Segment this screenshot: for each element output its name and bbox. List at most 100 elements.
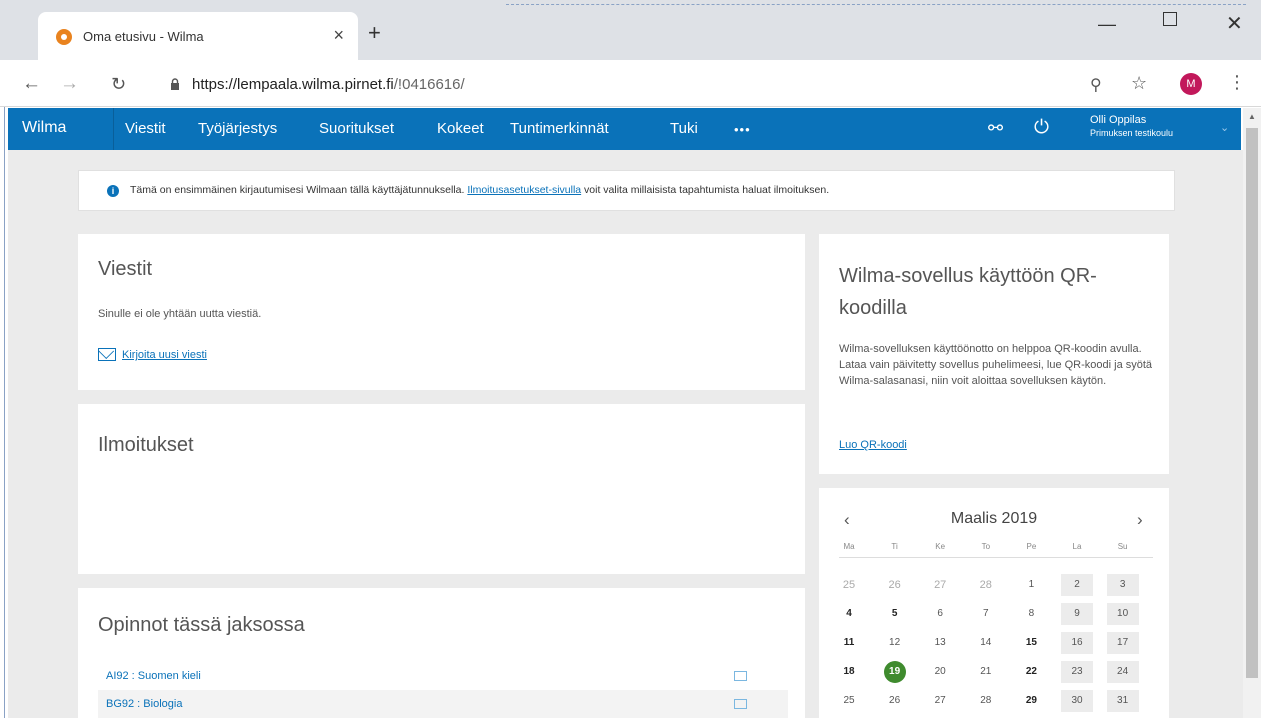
browser-tabstrip: Oma etusivu - Wilma × + — ✕ [0,0,1261,60]
calendar-day[interactable]: 24 [1106,661,1139,683]
logout-power-icon[interactable]: ⏻ [1034,117,1049,139]
browser-toolbar: ← → ↻ https://lempaala.wilma.pirnet.fi/!… [0,60,1261,107]
window-edge [4,0,5,718]
calendar-today[interactable]: 19 [879,661,911,683]
create-qr-link[interactable]: Luo QR-koodi [839,439,907,451]
browser-menu-icon[interactable]: ⋮ [1228,72,1246,93]
calendar-weekday: Ma [843,542,855,551]
studies-title: Opinnot tässä jaksossa [98,614,305,636]
nav-more-icon[interactable]: ••• [734,122,751,137]
nav-item-suoritukset[interactable]: Suoritukset [319,120,394,137]
nav-item-kokeet[interactable]: Kokeet [437,120,484,137]
calendar-day[interactable]: 26 [879,574,911,596]
selection-dashline [506,4,1246,5]
calendar-day[interactable]: 18 [833,661,865,683]
announcements-title: Ilmoitukset [98,434,194,456]
browser-tab[interactable]: Oma etusivu - Wilma × [38,12,358,60]
calendar-weekday: Pe [1026,542,1037,551]
nav-item-tuntimerkinnat[interactable]: Tuntimerkinnät [510,120,609,137]
calendar-day[interactable]: 27 [924,574,956,596]
course-name[interactable]: AI92 : Suomen kieli [106,670,201,682]
envelope-icon [98,348,116,361]
calendar-day[interactable]: 7 [970,603,1002,625]
calendar-day[interactable]: 31 [1106,690,1139,712]
studies-card: Opinnot tässä jaksossa AI92 : Suomen kie… [78,588,805,718]
calendar-day[interactable]: 23 [1061,661,1093,683]
scroll-thumb[interactable] [1246,128,1258,678]
nav-item-tuki[interactable]: Tuki [670,120,698,137]
calendar-day[interactable]: 26 [879,690,911,712]
forward-icon[interactable]: → [60,73,79,95]
switch-role-icon[interactable]: ⚯ [988,118,1003,139]
calendar-day[interactable]: 29 [1015,690,1047,712]
lock-icon [171,78,179,90]
page-content: i Tämä on ensimmäinen kirjautumisesi Wil… [8,150,1243,718]
messages-card: Viestit Sinulle ei ole yhtään uutta vies… [78,234,805,390]
calendar-day[interactable]: 5 [879,603,911,625]
calendar-day[interactable]: 25 [833,574,865,596]
course-message-icon[interactable] [734,671,747,681]
calendar-next-icon[interactable]: › [1137,510,1143,530]
nav-item-tyojarjestys[interactable]: Työjärjestys [198,120,277,137]
announcements-card: Ilmoitukset [78,404,805,574]
qr-description: Wilma-sovelluksen käyttöönotto on helppo… [839,343,1153,387]
maximize-icon[interactable] [1163,12,1177,26]
user-school[interactable]: Primuksen testikoulu [1090,128,1173,138]
calendar-day[interactable]: 20 [924,661,956,683]
calendar-day[interactable]: 17 [1106,632,1139,654]
course-message-icon[interactable] [734,699,747,709]
calendar-day[interactable]: 3 [1106,574,1139,596]
calendar-day[interactable]: 14 [970,632,1002,654]
user-name[interactable]: Olli Oppilas [1090,114,1146,126]
wilma-brand[interactable]: Wilma [22,119,66,137]
calendar-day[interactable]: 12 [879,632,911,654]
calendar-day[interactable]: 13 [924,632,956,654]
calendar-day[interactable]: 25 [833,690,865,712]
close-window-icon[interactable]: ✕ [1226,11,1243,36]
calendar-day[interactable]: 4 [833,603,865,625]
compose-message-link[interactable]: Kirjoita uusi viesti [122,349,207,361]
scroll-up-icon[interactable]: ▲ [1248,112,1256,121]
calendar-month-title: Maalis 2019 [950,510,1038,527]
wilma-favicon-icon [56,29,72,45]
bookmark-star-icon[interactable]: ☆ [1131,73,1147,94]
course-row[interactable]: BG92 : Biologia [98,690,788,718]
new-tab-button[interactable]: + [368,22,381,44]
notice-text: Tämä on ensimmäinen kirjautumisesi Wilma… [130,184,829,196]
page-scrollbar[interactable]: ▲ [1243,108,1261,718]
no-messages-text: Sinulle ei ole yhtään uutta viestiä. [98,308,262,320]
user-menu-chevron-icon[interactable]: ⌄ [1220,121,1229,134]
zoom-icon[interactable]: ⚲ [1090,75,1102,95]
calendar-day[interactable]: 1 [1015,574,1047,596]
calendar-day[interactable]: 30 [1061,690,1093,712]
url-field[interactable]: https://lempaala.wilma.pirnet.fi/!041661… [192,76,465,93]
calendar-day[interactable]: 28 [970,690,1002,712]
calendar-day[interactable]: 27 [924,690,956,712]
calendar-day[interactable]: 9 [1061,603,1093,625]
messages-title: Viestit [98,258,153,280]
calendar-day[interactable]: 2 [1061,574,1093,596]
calendar-card: ‹ Maalis 2019 › Ma Ti Ke To Pe La Su 25 26 27 28 1 2… [819,488,1169,718]
calendar-day[interactable]: 11 [833,632,865,654]
minimize-icon[interactable]: — [1098,14,1116,35]
info-icon: i [107,185,119,197]
calendar-day[interactable]: 15 [1015,632,1047,654]
course-row[interactable]: AI92 : Suomen kieli [98,662,788,690]
calendar-weekday: Ke [935,542,946,551]
calendar-day[interactable]: 21 [970,661,1002,683]
calendar-day[interactable]: 22 [1015,661,1047,683]
back-icon[interactable]: ← [22,73,41,95]
nav-item-viestit[interactable]: Viestit [125,120,166,137]
calendar-weekday: La [1072,542,1082,551]
calendar-day[interactable]: 16 [1061,632,1093,654]
tab-close-icon[interactable]: × [333,25,344,46]
profile-avatar[interactable]: M [1180,73,1202,95]
calendar-day[interactable]: 28 [970,574,1002,596]
calendar-day[interactable]: 6 [924,603,956,625]
url-host: https://lempaala.wilma.pirnet.fi [192,76,394,93]
reload-icon[interactable]: ↻ [111,74,126,95]
calendar-day[interactable]: 10 [1106,603,1139,625]
calendar-day[interactable]: 8 [1015,603,1047,625]
notification-settings-link[interactable]: Ilmoitusasetukset-sivulla [467,184,581,196]
course-name[interactable]: BG92 : Biologia [106,698,182,710]
